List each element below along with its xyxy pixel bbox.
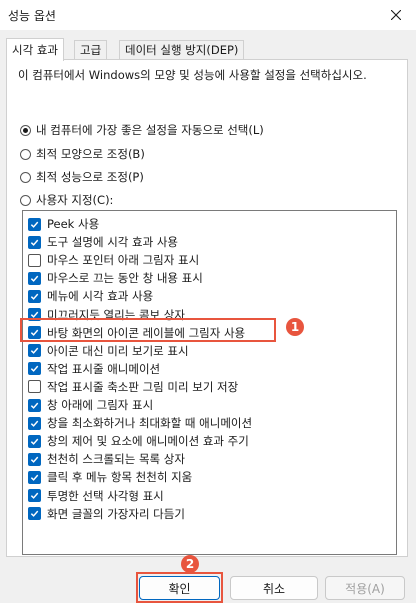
list-item[interactable]: 창을 최소화하거나 최대화할 때 애니메이션 xyxy=(23,414,252,432)
description-text: 이 컴퓨터에서 Windows의 모양 및 성능에 사용할 설정을 선택하십시오… xyxy=(18,68,367,82)
list-item[interactable]: 클릭 후 메뉴 항목 천천히 지움 xyxy=(23,468,192,486)
checkmark-icon xyxy=(30,239,39,246)
checkmark-icon xyxy=(30,293,39,300)
close-button[interactable] xyxy=(376,0,416,30)
apply-button[interactable]: 적용(A) xyxy=(325,576,405,600)
list-item-label: 천천히 스크롤되는 목록 상자 xyxy=(47,452,185,467)
checkbox-checked[interactable] xyxy=(28,452,41,466)
checkmark-icon xyxy=(30,456,39,463)
list-item-label: 마우스로 끄는 동안 창 내용 표시 xyxy=(47,271,203,286)
checkmark-icon xyxy=(30,347,39,355)
checkbox-unchecked[interactable] xyxy=(28,253,41,267)
tab-advanced[interactable]: 고급 xyxy=(74,40,108,60)
list-item-label: 아이콘 대신 미리 보기로 표시 xyxy=(47,343,189,358)
checkbox-checked[interactable] xyxy=(28,470,41,484)
close-icon xyxy=(391,10,401,20)
list-item-label: 마우스 포인터 아래 그림자 표시 xyxy=(47,253,200,268)
visual-effects-list[interactable]: Peek 사용도구 설명에 시각 효과 사용마우스 포인터 아래 그림자 표시마… xyxy=(22,210,397,555)
checkmark-icon xyxy=(30,365,39,373)
radio-auto-best[interactable]: 내 컴퓨터에 가장 좋은 설정을 자동으로 선택(L) xyxy=(20,121,264,139)
checkmark-icon xyxy=(30,221,39,228)
window-title: 성능 옵션 xyxy=(8,9,56,23)
list-item[interactable]: 도구 설명에 시각 효과 사용 xyxy=(23,233,178,251)
radio-circle xyxy=(20,171,31,183)
checkmark-icon xyxy=(30,474,39,481)
list-item[interactable]: 천천히 스크롤되는 목록 상자 xyxy=(23,450,185,468)
list-item-label: 작업 표시줄 축소판 그림 미리 보기 저장 xyxy=(47,379,239,394)
radio-label: 최적 성능으로 조정(P) xyxy=(36,170,144,184)
list-item-label: Peek 사용 xyxy=(47,217,100,231)
annotation-highlight-shadow-icon-labels xyxy=(20,318,276,342)
list-item-label: 화면 글꼴의 가장자리 다듬기 xyxy=(47,506,185,521)
checkbox-checked[interactable] xyxy=(28,507,41,521)
checkbox-checked[interactable] xyxy=(28,489,41,502)
radio-best-performance[interactable]: 최적 성능으로 조정(P) xyxy=(20,168,144,186)
radio-label: 내 컴퓨터에 가장 좋은 설정을 자동으로 선택(L) xyxy=(36,123,264,137)
checkmark-icon xyxy=(30,510,39,517)
tab-dep[interactable]: 데이터 실행 방지(DEP) xyxy=(119,40,245,60)
list-item-label: 작업 표시줄 애니메이션 xyxy=(47,361,161,376)
checkmark-icon xyxy=(30,438,39,445)
list-item[interactable]: 작업 표시줄 애니메이션 xyxy=(23,360,160,378)
list-item[interactable]: 투명한 선택 사각형 표시 xyxy=(23,487,164,505)
checkbox-checked[interactable] xyxy=(28,217,41,231)
list-item[interactable]: 화면 글꼴의 가장자리 다듬기 xyxy=(23,505,185,523)
list-item-label: 창을 최소화하거나 최대화할 때 애니메이션 xyxy=(47,416,253,431)
annotation-marker-1: 1 xyxy=(286,318,304,336)
checkbox-checked[interactable] xyxy=(28,344,41,358)
checkbox-checked[interactable] xyxy=(28,398,41,412)
annotation-marker-2: 2 xyxy=(181,555,199,573)
radio-best-appearance[interactable]: 최적 모양으로 조정(B) xyxy=(20,145,145,163)
checkmark-icon xyxy=(30,402,39,409)
list-item[interactable]: 작업 표시줄 축소판 그림 미리 보기 저장 xyxy=(23,378,238,396)
list-item-label: 창의 제어 및 요소에 애니메이션 효과 주기 xyxy=(47,434,249,449)
list-item[interactable]: 마우스로 끄는 동안 창 내용 표시 xyxy=(23,269,203,287)
radio-circle xyxy=(20,148,31,160)
list-item-label: 창 아래에 그림자 표시 xyxy=(47,398,154,412)
list-item[interactable]: 메뉴에 시각 효과 사용 xyxy=(23,287,153,305)
radio-custom[interactable]: 사용자 지정(C): xyxy=(20,191,113,209)
list-item[interactable]: 아이콘 대신 미리 보기로 표시 xyxy=(23,342,189,360)
checkbox-checked[interactable] xyxy=(28,416,41,430)
list-item-label: 클릭 후 메뉴 항목 천천히 지움 xyxy=(47,470,193,485)
radio-label: 사용자 지정(C): xyxy=(36,193,114,207)
checkmark-icon xyxy=(30,275,39,282)
checkbox-checked[interactable] xyxy=(28,235,41,249)
checkbox-checked[interactable] xyxy=(28,271,41,285)
radio-circle xyxy=(20,194,31,206)
checkmark-icon xyxy=(30,420,39,427)
checkbox-unchecked[interactable] xyxy=(28,380,41,394)
list-item-label: 도구 설명에 시각 효과 사용 xyxy=(47,235,179,250)
list-item-label: 메뉴에 시각 효과 사용 xyxy=(47,289,154,304)
checkbox-checked[interactable] xyxy=(28,289,41,303)
title-bar: 성능 옵션 xyxy=(0,0,416,30)
checkbox-checked[interactable] xyxy=(28,362,41,376)
radio-circle xyxy=(20,124,31,136)
list-item[interactable]: 마우스 포인터 아래 그림자 표시 xyxy=(23,251,199,269)
ok-button[interactable]: 확인 xyxy=(139,576,220,600)
checkbox-checked[interactable] xyxy=(28,434,41,448)
list-item-label: 투명한 선택 사각형 표시 xyxy=(47,488,164,503)
list-item[interactable]: Peek 사용 xyxy=(23,215,99,233)
checkmark-icon xyxy=(30,492,39,499)
list-item[interactable]: 창의 제어 및 요소에 애니메이션 효과 주기 xyxy=(23,432,249,450)
list-item[interactable]: 창 아래에 그림자 표시 xyxy=(23,396,153,414)
radio-label: 최적 모양으로 조정(B) xyxy=(36,147,145,161)
tab-visual-effects[interactable]: 시각 효과 xyxy=(6,38,64,61)
cancel-button[interactable]: 취소 xyxy=(230,576,318,600)
